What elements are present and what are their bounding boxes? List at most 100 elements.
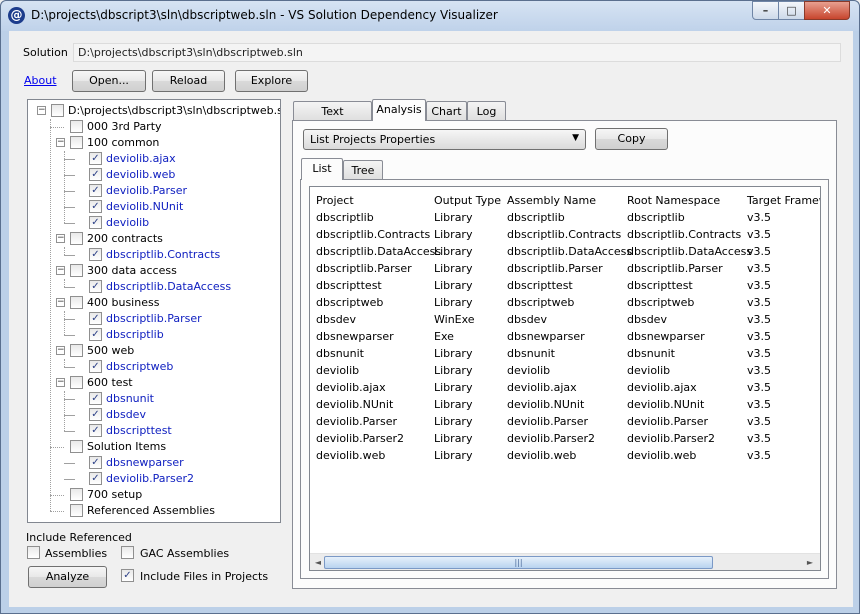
tree-node-checkbox[interactable]: ✓ [89,152,102,165]
tree-project-node[interactable]: ✓ deviolib.ajax [28,151,278,167]
tree-node-label: 000 3rd Party [87,120,162,133]
table-cell: Library [434,415,473,428]
analysis-mode-select[interactable]: List Projects Properties ▼ [303,129,586,150]
tree-node-checkbox[interactable]: ✓ [89,456,102,469]
subtab-list[interactable]: List [301,158,343,180]
tree-project-node[interactable]: ✓ dbsnewparser [28,455,278,471]
column-header[interactable]: Assembly Name [507,194,596,207]
tree-project-node[interactable]: ✓ dbscriptlib.Contracts [28,247,278,263]
scroll-thumb[interactable]: ||| [324,556,713,569]
tree-node-checkbox[interactable]: ✓ [89,168,102,181]
tree-folder-node[interactable]: − 600 test [28,375,278,391]
table-cell: Library [434,279,473,292]
title-bar[interactable]: @ D:\projects\dbscript3\sln\dbscriptweb.… [1,1,859,31]
tree-folder-node[interactable]: − 400 business [28,295,278,311]
scroll-left-icon[interactable]: ◄ [311,555,325,570]
maximize-button[interactable]: □ [778,1,805,20]
tree-project-node[interactable]: ✓ dbscriptlib.Parser [28,311,278,327]
gac-assemblies-checkbox[interactable] [121,546,134,559]
tree-folder-node[interactable]: Solution Items [28,439,278,455]
tree-node-checkbox[interactable] [70,504,83,517]
column-header[interactable]: Output Type [434,194,501,207]
tab-log[interactable]: Log [467,101,506,121]
tree-node-checkbox[interactable]: ✓ [89,200,102,213]
tree-project-node[interactable]: ✓ dbscriptlib [28,327,278,343]
tree-node-checkbox[interactable] [70,296,83,309]
tree-project-node[interactable]: ✓ deviolib.NUnit [28,199,278,215]
tree-node-checkbox[interactable] [70,344,83,357]
reload-button[interactable]: Reload [152,70,225,92]
horizontal-scrollbar[interactable]: ◄ ||| ► [310,553,820,570]
tree-node-checkbox[interactable]: ✓ [89,360,102,373]
minimize-button[interactable]: – [752,1,779,20]
collapse-toggle-icon[interactable]: − [56,138,65,147]
tree-project-node[interactable]: ✓ dbsdev [28,407,278,423]
table-cell: v3.5 [747,347,772,360]
column-header[interactable]: Target Framew [747,194,820,207]
tree-node-label: deviolib.Parser [106,184,188,197]
tree-folder-node[interactable]: − 100 common [28,135,278,151]
tree-project-node[interactable]: ✓ dbscripttest [28,423,278,439]
tree-project-node[interactable]: ✓ dbsnunit [28,391,278,407]
table-cell: deviolib.web [627,449,697,462]
table-cell: deviolib.NUnit [316,398,394,411]
tree-node-checkbox[interactable] [70,264,83,277]
table-cell: deviolib.NUnit [507,398,585,411]
analyze-button[interactable]: Analyze [28,566,107,588]
column-header[interactable]: Project [316,194,354,207]
collapse-toggle-icon[interactable]: − [56,378,65,387]
collapse-toggle-icon[interactable]: − [56,234,65,243]
tab-chart[interactable]: Chart [426,101,467,121]
tree-project-node[interactable]: ✓ dbscriptlib.DataAccess [28,279,278,295]
tree-node-checkbox[interactable] [70,232,83,245]
tree-node-checkbox[interactable]: ✓ [89,184,102,197]
tree-node-checkbox[interactable] [51,104,64,117]
tree-node-checkbox[interactable]: ✓ [89,216,102,229]
scroll-right-icon[interactable]: ► [803,555,817,570]
tree-folder-node[interactable]: − D:\projects\dbscript3\sln\dbscriptweb.s… [28,103,280,119]
tree-folder-node[interactable]: − 500 web [28,343,278,359]
tree-node-checkbox[interactable]: ✓ [89,280,102,293]
tree-project-node[interactable]: ✓ deviolib.web [28,167,278,183]
assemblies-checkbox[interactable] [27,546,40,559]
solution-tree[interactable]: − D:\projects\dbscript3\sln\dbscriptweb.s… [27,99,281,523]
collapse-toggle-icon[interactable]: − [56,266,65,275]
tab-text-summary[interactable]: Text Summary [293,101,372,137]
explore-button[interactable]: Explore [235,70,308,92]
tree-node-checkbox[interactable]: ✓ [89,312,102,325]
collapse-toggle-icon[interactable]: − [37,106,46,115]
open-button[interactable]: Open... [72,70,146,92]
column-header[interactable]: Root Namespace [627,194,720,207]
tree-node-checkbox[interactable]: ✓ [89,424,102,437]
tree-node-checkbox[interactable] [70,136,83,149]
tree-project-node[interactable]: ✓ deviolib.Parser2 [28,471,278,487]
collapse-toggle-icon[interactable]: − [56,298,65,307]
tree-folder-node[interactable]: 700 setup [28,487,278,503]
tree-node-checkbox[interactable] [70,120,83,133]
close-button[interactable]: ✕ [804,1,850,20]
properties-list[interactable]: Project Output Type Assembly Name Root Name… [309,186,821,571]
tree-node-checkbox[interactable] [70,488,83,501]
tree-node-checkbox[interactable]: ✓ [89,392,102,405]
tree-folder-node[interactable]: − 200 contracts [28,231,278,247]
tree-node-checkbox[interactable]: ✓ [89,248,102,261]
include-files-checkbox[interactable]: ✓ [121,569,134,582]
tree-folder-node[interactable]: Referenced Assemblies [28,503,278,519]
tree-node-checkbox[interactable]: ✓ [89,408,102,421]
tree-node-checkbox[interactable]: ✓ [89,328,102,341]
tree-project-node[interactable]: ✓ deviolib.Parser [28,183,278,199]
copy-button[interactable]: Copy [595,128,668,150]
subtab-tree[interactable]: Tree [343,160,383,180]
tab-analysis[interactable]: Analysis [372,99,426,121]
tree-project-node[interactable]: ✓ dbscriptweb [28,359,278,375]
about-link[interactable]: About [24,74,57,87]
tree-node-checkbox[interactable] [70,376,83,389]
tree-node-checkbox[interactable]: ✓ [89,472,102,485]
tree-node-checkbox[interactable] [70,440,83,453]
tree-folder-node[interactable]: 000 3rd Party [28,119,278,135]
tree-project-node[interactable]: ✓ deviolib [28,215,278,231]
solution-path-field[interactable]: D:\projects\dbscript3\sln\dbscriptweb.sl… [73,43,841,62]
tree-connector [50,127,64,128]
tree-folder-node[interactable]: − 300 data access [28,263,278,279]
collapse-toggle-icon[interactable]: − [56,346,65,355]
